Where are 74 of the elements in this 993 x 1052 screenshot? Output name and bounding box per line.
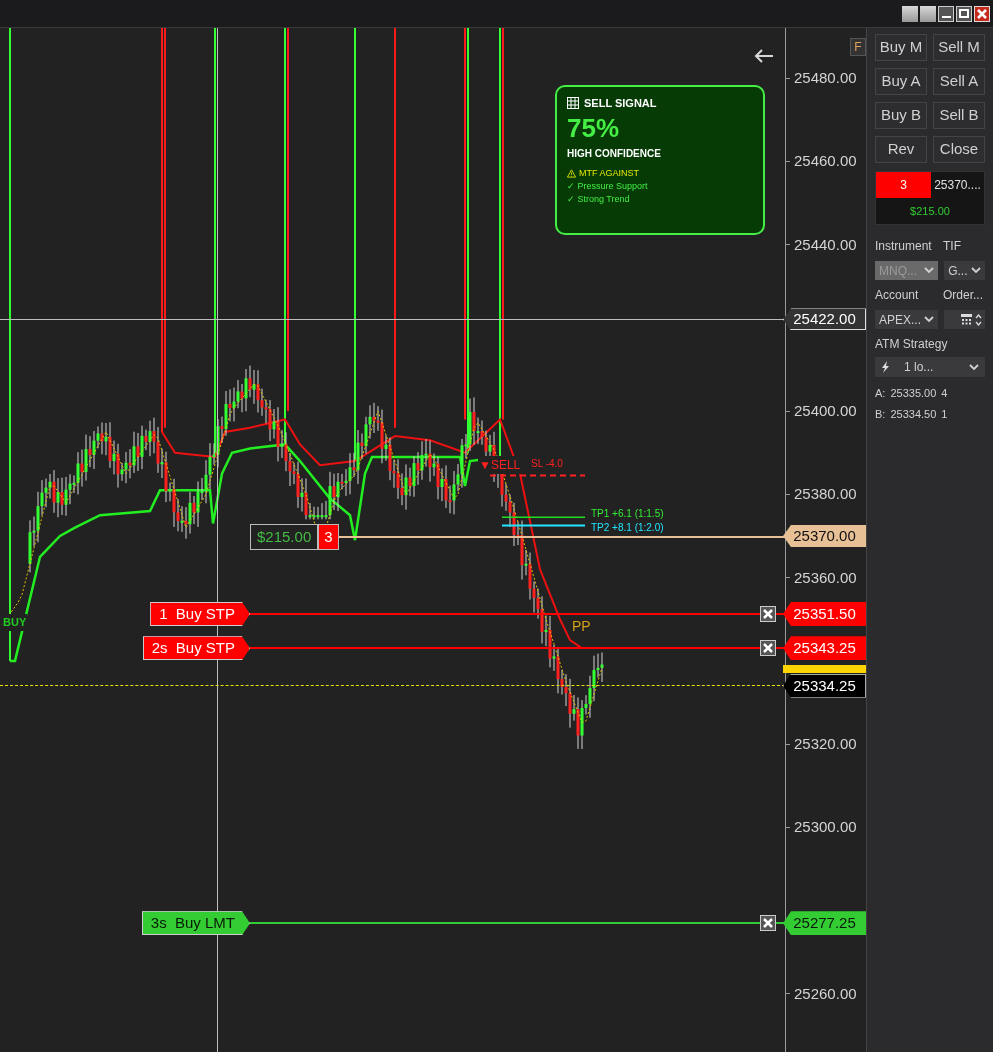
quote-size: 1 bbox=[941, 406, 948, 422]
lightning-icon bbox=[881, 361, 890, 373]
price-flag: 25370.00 bbox=[783, 525, 866, 547]
quote-price: 25335.00 bbox=[890, 386, 937, 401]
chart-marker-label: PP bbox=[572, 617, 591, 636]
price-flag: 25343.25 bbox=[783, 636, 866, 661]
cancel-order-button[interactable] bbox=[760, 640, 776, 657]
price-flag: 25351.50 bbox=[783, 602, 866, 626]
order-label[interactable]: 2s Buy STP bbox=[142, 636, 250, 661]
position-pnl: $215.00 bbox=[876, 198, 984, 224]
spinner-arrows-icon bbox=[975, 313, 982, 326]
field-label: Order... bbox=[943, 287, 984, 304]
chart-marker-label: TP2 +8.1 (1:2.0) bbox=[590, 520, 665, 535]
chart-grid-icon bbox=[567, 97, 579, 110]
field-label: ATM Strategy bbox=[875, 336, 949, 353]
chart-marker-label: ▼SELL bbox=[478, 456, 522, 474]
position-price: 25370.... bbox=[931, 172, 984, 198]
cancel-order-button[interactable] bbox=[760, 915, 776, 932]
close-button[interactable] bbox=[974, 5, 990, 22]
window-button[interactable] bbox=[920, 5, 936, 22]
chart-marker-label: BUY bbox=[2, 614, 28, 631]
chevron-down-icon bbox=[924, 316, 935, 323]
order-button[interactable]: Sell B bbox=[933, 102, 985, 129]
field-label: Instrument bbox=[875, 238, 932, 255]
order-button[interactable]: Buy M bbox=[875, 34, 927, 61]
confidence-level: HIGH CONFIDENCE bbox=[567, 146, 662, 161]
order-button[interactable]: Sell A bbox=[933, 68, 985, 95]
quote-side: A: bbox=[875, 386, 886, 401]
price-axis-label: 25300.00 bbox=[794, 818, 857, 837]
order-label[interactable]: 3s Buy LMT bbox=[141, 911, 250, 936]
quantity-spinner[interactable] bbox=[944, 310, 985, 329]
quote-price: 25334.50 bbox=[890, 406, 937, 422]
order-button[interactable]: Rev bbox=[875, 136, 927, 163]
order-button[interactable]: Sell M bbox=[933, 34, 985, 61]
position-quantity: 3 bbox=[876, 172, 931, 198]
order-label[interactable]: 1 Buy STP bbox=[150, 602, 250, 626]
window-button[interactable] bbox=[902, 5, 918, 22]
price-flag: 25277.25 bbox=[783, 911, 866, 936]
account-dropdown[interactable]: APEX... bbox=[875, 310, 939, 329]
signal-confidence-percent: 75% bbox=[567, 111, 621, 144]
price-axis-label: 25480.00 bbox=[794, 69, 857, 87]
price-axis-label: 25320.00 bbox=[794, 735, 857, 754]
tif-dropdown[interactable]: G... bbox=[944, 261, 985, 280]
quote-size: 4 bbox=[941, 386, 948, 401]
price-axis-label: 25440.00 bbox=[794, 235, 857, 254]
price-axis-label: 25460.00 bbox=[794, 152, 857, 171]
price-flag: 25334.25 bbox=[783, 673, 866, 698]
chevron-down-icon bbox=[969, 363, 979, 371]
order-button[interactable]: Buy A bbox=[875, 68, 927, 95]
chevron-down-icon bbox=[924, 267, 935, 274]
cancel-order-button[interactable] bbox=[760, 606, 776, 622]
atm-strategy-dropdown[interactable]: 1 lo... bbox=[875, 357, 985, 377]
order-button[interactable]: Close bbox=[933, 136, 985, 163]
position-pnl: $215.00 bbox=[250, 524, 319, 550]
signal-title: SELL SIGNAL bbox=[584, 96, 657, 111]
price-flag: 25422.00 bbox=[783, 308, 866, 331]
field-label: TIF bbox=[943, 238, 962, 255]
price-axis-label: 25260.00 bbox=[794, 985, 857, 1003]
position-quantity: 3 bbox=[318, 524, 339, 550]
field-label: Account bbox=[875, 287, 919, 304]
minimize-button[interactable] bbox=[938, 5, 954, 22]
quote-side: B: bbox=[875, 406, 886, 422]
signal-reason: ✓ Pressure Support bbox=[567, 179, 649, 193]
warning-icon bbox=[567, 168, 576, 178]
price-axis-label: 25400.00 bbox=[794, 402, 857, 421]
order-button[interactable]: Buy B bbox=[875, 102, 927, 129]
price-axis-label: 25380.00 bbox=[794, 485, 857, 504]
chart-corner-button[interactable]: F bbox=[850, 38, 866, 56]
calculator-icon bbox=[961, 314, 972, 325]
signal-warning: MTF AGAINST bbox=[579, 166, 639, 180]
price-axis-label: 25360.00 bbox=[794, 568, 857, 587]
signal-reason: ✓ Strong Trend bbox=[567, 192, 631, 206]
chevron-down-icon bbox=[971, 267, 981, 274]
maximize-button[interactable] bbox=[956, 5, 972, 22]
